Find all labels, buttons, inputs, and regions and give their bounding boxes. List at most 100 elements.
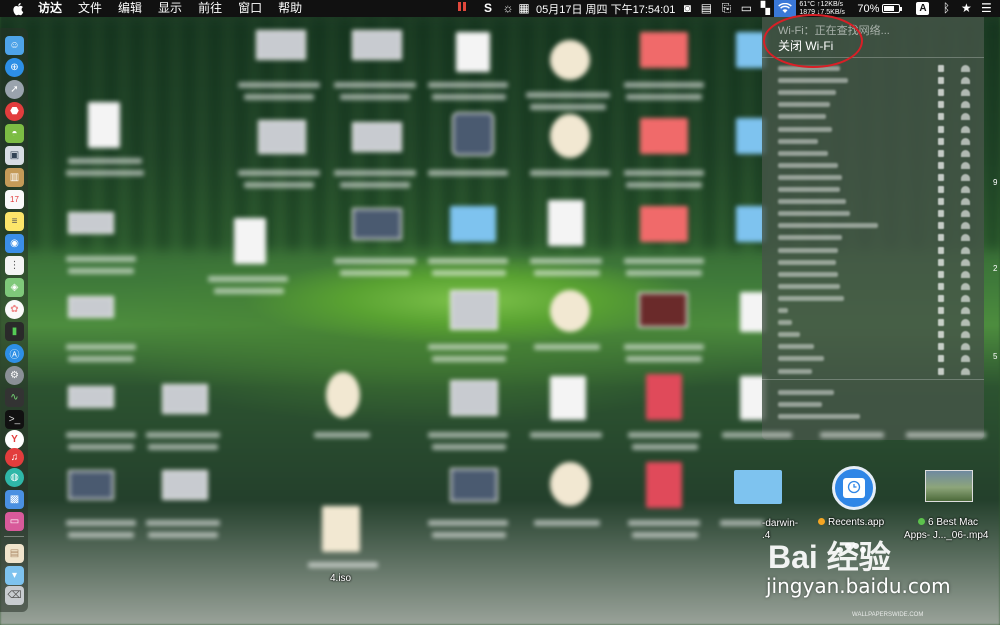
wifi-network-item[interactable] — [778, 208, 974, 218]
menu-window[interactable]: 窗口 — [230, 0, 270, 17]
notes-icon[interactable]: ≡ — [5, 212, 24, 231]
link-icon[interactable]: ⎘ — [716, 0, 736, 17]
bluetooth-icon[interactable]: ᛒ — [939, 0, 953, 17]
screenshot-thumbnail[interactable] — [450, 468, 498, 502]
brightness-icon[interactable]: ☼ — [501, 0, 515, 17]
calendar-icon[interactable]: 17 — [5, 190, 24, 209]
folder-icon[interactable] — [640, 32, 688, 68]
menu-edit[interactable]: 编辑 — [110, 0, 150, 17]
wifi-network-item[interactable] — [778, 184, 974, 194]
input-method-icon[interactable]: A — [916, 2, 930, 15]
wifi-network-item[interactable] — [778, 257, 974, 267]
wifi-network-item[interactable] — [778, 148, 974, 158]
screenshot-thumbnail[interactable] — [68, 296, 114, 318]
folder-icon[interactable] — [640, 118, 688, 154]
wifi-network-item[interactable] — [778, 232, 974, 242]
pdf-file-icon[interactable] — [646, 462, 682, 508]
file-icon[interactable] — [456, 32, 490, 72]
screenshot-thumbnail[interactable] — [258, 120, 306, 154]
notification-center-icon[interactable]: ☰ — [979, 0, 993, 17]
terminal-dark-icon[interactable]: ▮ — [5, 322, 24, 341]
wifi-network-item[interactable] — [778, 75, 974, 85]
red-app-icon[interactable]: ⬣ — [5, 102, 24, 121]
screenshot-thumbnail[interactable] — [450, 380, 498, 416]
video-thumbnail[interactable] — [638, 292, 688, 328]
screenshot-thumbnail[interactable] — [68, 386, 114, 408]
wifi-icon[interactable] — [774, 0, 797, 17]
wifi-network-item[interactable] — [778, 220, 974, 230]
clipboard-icon[interactable]: ▤ — [696, 0, 716, 17]
screen-share-icon[interactable]: ▩ — [5, 490, 24, 509]
wifi-network-item[interactable] — [778, 99, 974, 109]
wifi-network-item[interactable] — [778, 172, 974, 182]
battery-icon[interactable] — [882, 4, 903, 13]
wifi-network-item[interactable] — [778, 245, 974, 255]
screenshot-thumbnail[interactable] — [352, 30, 402, 60]
menu-go[interactable]: 前往 — [190, 0, 230, 17]
file-icon[interactable] — [88, 102, 120, 148]
screenshot-thumbnail[interactable] — [256, 30, 306, 60]
system-preferences-icon[interactable]: ⚙ — [5, 366, 24, 385]
battery-percent[interactable]: 70% — [854, 3, 882, 15]
downloads-folder-icon[interactable]: ▾ — [5, 566, 24, 585]
folder-icon[interactable] — [640, 206, 688, 242]
video-thumbnail[interactable] — [925, 470, 973, 502]
disk-image-icon[interactable] — [322, 506, 360, 552]
finder-icon[interactable]: ☺ — [5, 36, 24, 55]
reminders-icon[interactable]: ⋮ — [5, 256, 24, 275]
menu-help[interactable]: 帮助 — [270, 0, 310, 17]
wifi-network-item[interactable] — [778, 160, 974, 170]
file-icon[interactable] — [550, 376, 586, 420]
pdf-file-icon[interactable] — [646, 374, 682, 420]
screenshot-thumbnail[interactable] — [162, 384, 208, 414]
wifi-network-item[interactable] — [778, 111, 974, 121]
preview-icon[interactable]: ▣ — [5, 146, 24, 165]
menu-finder[interactable]: 访达 — [30, 0, 70, 17]
terminal-icon[interactable]: >_ — [5, 410, 24, 429]
spotlight-star-icon[interactable]: ★ — [959, 0, 973, 17]
wifi-network-item[interactable] — [778, 281, 974, 291]
screenshot-thumbnail[interactable] — [352, 122, 402, 152]
calendar-grid-icon[interactable]: ▦ — [515, 0, 533, 17]
screenshot-thumbnail[interactable] — [68, 470, 114, 500]
wifi-network-item[interactable] — [778, 87, 974, 97]
datetime-display[interactable]: 05月17日 周四 下午17:54:01 — [533, 1, 678, 17]
wifi-network-item[interactable] — [778, 124, 974, 134]
screenshot-thumbnail[interactable] — [352, 208, 402, 240]
wifi-footer-item[interactable] — [778, 399, 974, 409]
wifi-footer-item[interactable] — [778, 387, 974, 397]
apple-icon[interactable] — [12, 2, 26, 16]
wifi-network-item[interactable] — [778, 366, 974, 376]
disk-image-icon[interactable] — [550, 290, 590, 332]
android-icon[interactable]: ◓ — [5, 124, 24, 143]
launchpad-icon[interactable]: ➚ — [5, 80, 24, 99]
disk-image-icon[interactable] — [550, 114, 590, 158]
s-app-icon[interactable]: S — [481, 0, 495, 17]
disk-image-icon[interactable] — [550, 462, 590, 506]
wifi-network-item[interactable] — [778, 305, 974, 315]
folder-icon[interactable] — [450, 206, 496, 242]
menu-file[interactable]: 文件 — [70, 0, 110, 17]
trash-icon[interactable]: ⌫ — [5, 586, 24, 605]
wifi-footer-item[interactable] — [778, 411, 974, 421]
screenshot-thumbnail[interactable] — [68, 212, 114, 234]
yandex-browser-icon[interactable]: Y — [5, 430, 24, 449]
safari-icon[interactable]: ⊕ — [5, 58, 24, 77]
file-icon[interactable] — [548, 200, 584, 246]
screenshot-thumbnail[interactable] — [450, 290, 498, 330]
recording-pause-icon[interactable] — [455, 0, 469, 17]
disk-image-icon[interactable] — [326, 372, 360, 418]
display-icon[interactable]: ▭ — [736, 0, 756, 17]
wifi-network-item[interactable] — [778, 317, 974, 327]
maps-icon[interactable]: ◈ — [5, 278, 24, 297]
document-stack-icon[interactable]: ▤ — [5, 544, 24, 563]
folder-icon[interactable] — [734, 470, 782, 504]
disk-image-icon[interactable] — [550, 40, 590, 80]
wifi-network-item[interactable] — [778, 293, 974, 303]
wifi-network-item[interactable] — [778, 353, 974, 363]
contacts-icon[interactable]: ◉ — [5, 234, 24, 253]
file-icon[interactable] — [234, 218, 266, 264]
recents-app-icon[interactable] — [832, 466, 876, 510]
app-store-icon[interactable]: Ⓐ — [5, 344, 24, 363]
netease-music-icon[interactable]: ♫ — [5, 448, 24, 467]
